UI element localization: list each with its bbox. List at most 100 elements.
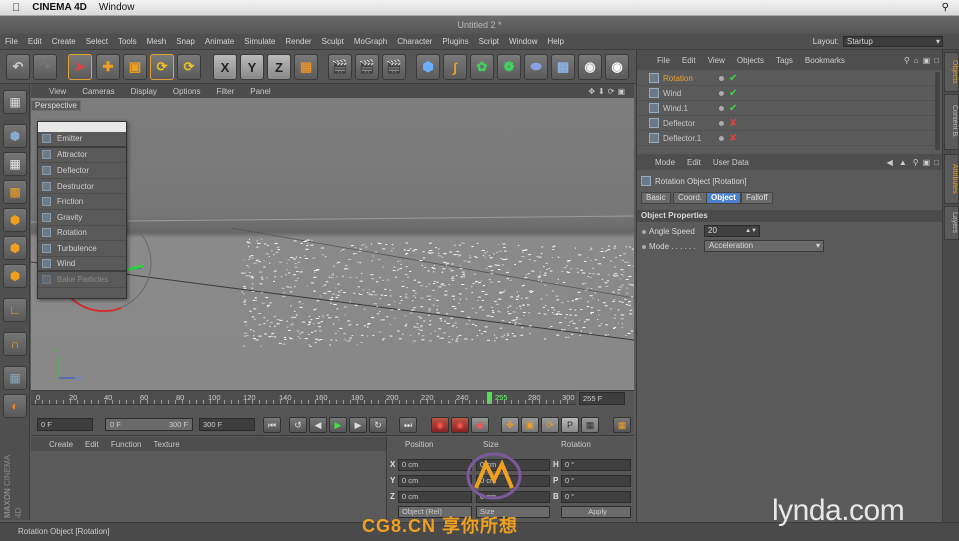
- render-view-button[interactable]: 🎬: [328, 54, 352, 80]
- y-axis-button[interactable]: Y: [240, 54, 264, 80]
- object-row-deflector-1[interactable]: Deflector.1 ✘: [637, 131, 935, 146]
- redo-button[interactable]: ↷: [33, 54, 57, 80]
- scale-tool-button[interactable]: ▣: [123, 54, 147, 80]
- go-to-start-button[interactable]: ⏮: [263, 417, 281, 433]
- add-nurbs-button[interactable]: ✿: [470, 54, 494, 80]
- attr-new-panel-icon[interactable]: □: [934, 158, 939, 167]
- add-spline-button[interactable]: ∫: [443, 54, 467, 80]
- menu-plugins[interactable]: Plugins: [437, 37, 473, 46]
- key-pla-button[interactable]: ▦: [581, 417, 599, 433]
- visibility-dot[interactable]: [719, 75, 724, 81]
- disabled-x-icon[interactable]: ✘: [729, 118, 737, 129]
- object-row-rotation[interactable]: Rotation ✔: [637, 71, 935, 86]
- tab-falloff[interactable]: Falloff: [741, 192, 773, 204]
- make-editable-button[interactable]: ▦: [3, 90, 27, 114]
- add-array-button[interactable]: ❁: [497, 54, 521, 80]
- timeline[interactable]: 0 20 40 60 80 100 120 140 160 180 200 22…: [31, 390, 634, 414]
- coordinate-system-button[interactable]: ▦: [294, 54, 318, 80]
- add-floor-button[interactable]: ▩: [551, 54, 575, 80]
- mode-select[interactable]: Acceleration ▾: [704, 240, 824, 252]
- side-tab-layers[interactable]: Layers: [944, 206, 959, 240]
- material-menu-function[interactable]: Function: [105, 440, 148, 449]
- key-rotation-button[interactable]: ⟳: [541, 417, 559, 433]
- previous-key-button[interactable]: ↺: [289, 417, 307, 433]
- viewport-menu-filter[interactable]: Filter: [208, 87, 242, 96]
- key-scale-button[interactable]: ▣: [521, 417, 539, 433]
- model-mode-button[interactable]: ⬢: [3, 124, 27, 148]
- obj-menu-tags[interactable]: Tags: [770, 56, 799, 65]
- visibility-dot[interactable]: [719, 120, 724, 126]
- live-selection-button[interactable]: ➤: [68, 54, 92, 80]
- object-row-wind[interactable]: Wind ✔: [637, 86, 935, 101]
- menu-render[interactable]: Render: [280, 37, 316, 46]
- visibility-dot[interactable]: [719, 105, 724, 111]
- play-button[interactable]: ▶: [329, 417, 347, 433]
- end-frame-field[interactable]: 300 F: [199, 418, 255, 431]
- autokey-button[interactable]: ◉: [451, 417, 469, 433]
- menu-snap[interactable]: Snap: [171, 37, 200, 46]
- disabled-x-icon[interactable]: ✘: [729, 133, 737, 144]
- menu-sculpt[interactable]: Sculpt: [317, 37, 349, 46]
- attr-search-icon[interactable]: ⚲: [913, 158, 919, 167]
- solo-button[interactable]: ◐: [3, 394, 27, 418]
- add-camera-button[interactable]: ◉: [578, 54, 602, 80]
- menu-file[interactable]: File: [0, 37, 23, 46]
- mode-animate-dot[interactable]: [642, 245, 646, 249]
- attr-back-icon[interactable]: ◀: [887, 158, 893, 167]
- move-tool-button[interactable]: ✚: [96, 54, 120, 80]
- object-row-deflector[interactable]: Deflector ✘: [637, 116, 935, 131]
- obj-menu-file[interactable]: File: [637, 56, 676, 65]
- keyframe-selection-button[interactable]: ◉: [471, 417, 489, 433]
- menu-edit[interactable]: Edit: [23, 37, 47, 46]
- key-position-button[interactable]: ✥: [501, 417, 519, 433]
- enabled-check-icon[interactable]: ✔: [729, 73, 737, 84]
- x-axis-button[interactable]: X: [213, 54, 237, 80]
- viewport-menu-options[interactable]: Options: [165, 87, 209, 96]
- app-menu[interactable]: CINEMA 4D: [32, 2, 87, 13]
- apple-icon[interactable]: : [12, 2, 20, 14]
- obj-new-panel-icon[interactable]: □: [934, 56, 939, 65]
- angle-speed-field[interactable]: 20 ▲▼: [704, 225, 760, 237]
- menu-item-destructor[interactable]: Destructor: [38, 179, 126, 195]
- obj-search-icon[interactable]: ⚲: [904, 56, 910, 65]
- recent-tool-button[interactable]: ⟳: [177, 54, 201, 80]
- attr-menu-user-data[interactable]: User Data: [707, 158, 755, 167]
- menu-window[interactable]: Window: [504, 37, 542, 46]
- spotlight-icon[interactable]: ⚲: [942, 2, 949, 13]
- sculpt-button[interactable]: ▦: [3, 366, 27, 390]
- go-to-end-button[interactable]: ⏭: [399, 417, 417, 433]
- visibility-dot[interactable]: [719, 135, 724, 141]
- enabled-check-icon[interactable]: ✔: [729, 103, 737, 114]
- menu-item-wind[interactable]: Wind: [38, 257, 126, 273]
- menu-item-emitter[interactable]: Emitter: [38, 132, 126, 148]
- menu-item-attractor[interactable]: Attractor: [38, 148, 126, 164]
- menu-item-friction[interactable]: Friction: [38, 194, 126, 210]
- attr-menu-mode[interactable]: Mode: [637, 158, 681, 167]
- menu-tools[interactable]: Tools: [113, 37, 142, 46]
- angle-speed-animate-dot[interactable]: [642, 230, 646, 234]
- timeline-ruler[interactable]: 0 20 40 60 80 100 120 140 160 180 200 22…: [31, 391, 576, 405]
- window-menu[interactable]: Window: [99, 2, 135, 13]
- tab-object[interactable]: Object: [706, 192, 741, 204]
- polygons-mode-button[interactable]: ⬢: [3, 264, 27, 288]
- object-manager-scrollbar[interactable]: [935, 72, 940, 150]
- current-frame-field[interactable]: 255 F: [579, 392, 625, 405]
- menu-create[interactable]: Create: [47, 37, 81, 46]
- snap-button[interactable]: ∩: [3, 332, 27, 356]
- next-frame-button[interactable]: ▶: [349, 417, 367, 433]
- material-menu-texture[interactable]: Texture: [148, 440, 186, 449]
- obj-lock-icon[interactable]: ▣: [923, 56, 931, 65]
- rotate-tool-button[interactable]: ⟳: [150, 54, 174, 80]
- add-deformer-button[interactable]: ⬬: [524, 54, 548, 80]
- workplane-button[interactable]: ▩: [3, 180, 27, 204]
- obj-menu-objects[interactable]: Objects: [731, 56, 770, 65]
- side-tab-objects[interactable]: Objects: [944, 52, 959, 92]
- obj-menu-bookmarks[interactable]: Bookmarks: [799, 56, 851, 65]
- attr-menu-edit[interactable]: Edit: [681, 158, 707, 167]
- menu-item-gravity[interactable]: Gravity: [38, 210, 126, 226]
- menu-script[interactable]: Script: [474, 37, 504, 46]
- z-axis-button[interactable]: Z: [267, 54, 291, 80]
- previous-frame-button[interactable]: ◀: [309, 417, 327, 433]
- side-tab-content-browser[interactable]: Content B.: [944, 94, 959, 150]
- visibility-dot[interactable]: [719, 90, 724, 96]
